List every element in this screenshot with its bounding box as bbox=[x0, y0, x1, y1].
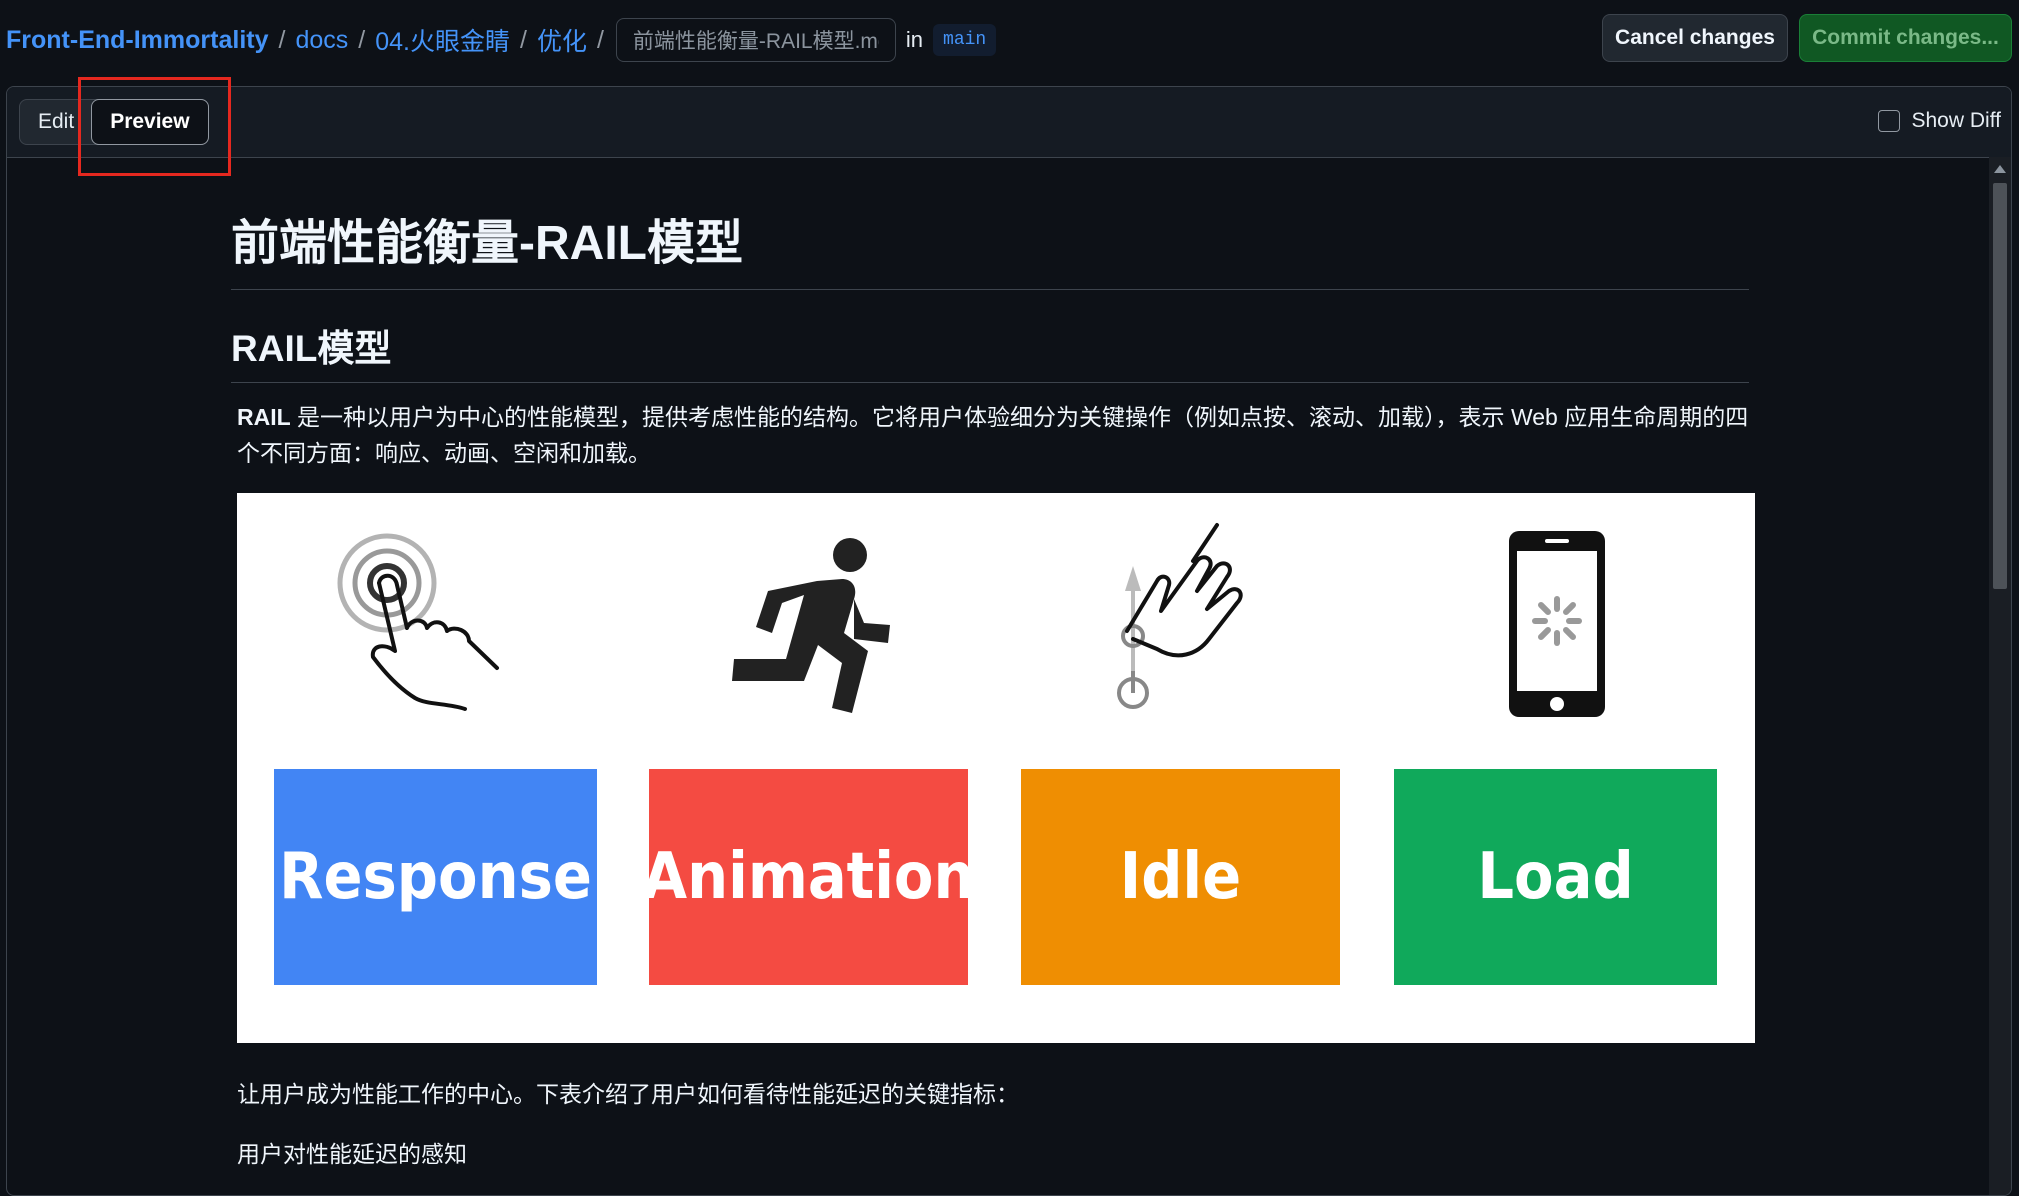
animation-card: Animation bbox=[643, 769, 974, 985]
breadcrumb-separator: / bbox=[358, 25, 366, 54]
running-person-icon bbox=[732, 538, 890, 713]
in-label: in bbox=[905, 27, 924, 52]
commit-changes-button[interactable]: Commit changes... bbox=[1799, 14, 2012, 62]
preview-scrollbar[interactable] bbox=[1989, 157, 2011, 1195]
scroll-thumb[interactable] bbox=[1993, 183, 2007, 589]
breadcrumb-folder-link[interactable]: 04.火眼金睛 bbox=[375, 22, 510, 58]
response-card: Response bbox=[274, 769, 597, 985]
cancel-changes-button[interactable]: Cancel changes bbox=[1602, 14, 1788, 62]
show-diff-label: Show Diff bbox=[1911, 109, 2002, 132]
section-heading: RAIL模型 bbox=[231, 318, 1749, 383]
breadcrumb-separator: / bbox=[278, 25, 286, 54]
idle-card: Idle bbox=[1021, 769, 1340, 985]
editor-header: Edit Preview Show Diff bbox=[7, 87, 2011, 158]
breadcrumb-docs-link[interactable]: docs bbox=[295, 26, 348, 55]
document-title: 前端性能衡量-RAIL模型 bbox=[231, 203, 1749, 290]
phone-loading-icon bbox=[1509, 531, 1605, 717]
breadcrumb-separator: / bbox=[519, 25, 527, 54]
rail-model-image: Response Animation Idle Load bbox=[237, 493, 1755, 1043]
show-diff-checkbox[interactable] bbox=[1877, 110, 1900, 132]
intro-strong: RAIL bbox=[237, 404, 291, 430]
breadcrumb-subfolder-link[interactable]: 优化 bbox=[537, 22, 587, 58]
preview-highlight-annotation bbox=[78, 77, 231, 176]
scroll-up-arrow-icon[interactable] bbox=[1994, 165, 2006, 173]
branch-badge: main bbox=[933, 24, 997, 56]
breadcrumb-repo-link[interactable]: Front-End-Immortality bbox=[6, 26, 269, 55]
breadcrumb: Front-End-Immortality / docs / 04.火眼金睛 /… bbox=[6, 18, 997, 62]
editor-topbar: Front-End-Immortality / docs / 04.火眼金睛 /… bbox=[0, 0, 2019, 80]
tap-hand-icon bbox=[337, 533, 499, 711]
load-card: Load bbox=[1394, 769, 1717, 985]
intro-text: 是一种以用户为中心的性能模型，提供考虑性能的结构。它将用户体验细分为关键操作（例… bbox=[237, 404, 1749, 466]
metrics-intro-paragraph: 让用户成为性能工作的中心。下表介绍了用户如何看待性能延迟的关键指标： bbox=[237, 1081, 1019, 1107]
intro-paragraph: RAIL 是一种以用户为中心的性能模型，提供考虑性能的结构。它将用户体验细分为关… bbox=[237, 399, 1757, 471]
show-diff-toggle[interactable]: Show Diff bbox=[1877, 109, 2002, 133]
swipe-hand-icon bbox=[1117, 523, 1243, 709]
breadcrumb-separator: / bbox=[596, 25, 604, 54]
filename-input[interactable] bbox=[615, 18, 896, 62]
latency-perception-paragraph: 用户对性能延迟的感知 bbox=[237, 1141, 467, 1167]
